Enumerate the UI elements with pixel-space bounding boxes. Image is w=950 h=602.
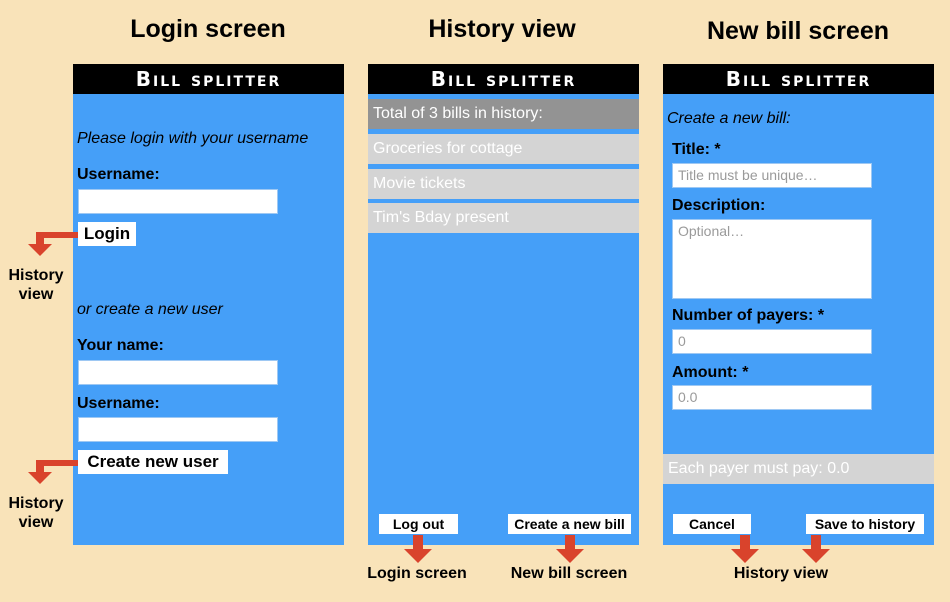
logout-target-label: Login screen bbox=[367, 565, 467, 582]
title-history-view: History view bbox=[428, 15, 576, 43]
create-user-target-label: History view bbox=[8, 495, 64, 531]
title-new-bill-screen: New bill screen bbox=[706, 17, 890, 45]
history-screen-mockup: Bill splitter Total of 3 bills in histor… bbox=[368, 64, 639, 545]
username-input[interactable] bbox=[78, 189, 278, 214]
arrow-down-left-icon bbox=[28, 232, 78, 256]
new-username-input[interactable] bbox=[78, 417, 278, 442]
cancel-button[interactable]: Cancel bbox=[673, 514, 751, 534]
list-item[interactable]: Tim's Bday present bbox=[368, 203, 639, 233]
amount-input[interactable]: 0.0 bbox=[672, 385, 872, 410]
new-username-label: Username: bbox=[77, 395, 160, 412]
title-label: Title: * bbox=[672, 141, 721, 158]
arrow-down-icon bbox=[556, 535, 584, 563]
title-input[interactable]: Title must be unique… bbox=[672, 163, 872, 188]
arrow-down-icon bbox=[731, 535, 759, 563]
list-item[interactable]: Movie tickets bbox=[368, 169, 639, 199]
arrow-down-icon bbox=[404, 535, 432, 563]
login-target-label: History view bbox=[8, 267, 64, 303]
create-new-bill-button[interactable]: Create a new bill bbox=[508, 514, 631, 534]
login-prompt: Please login with your username bbox=[77, 130, 309, 147]
payers-label: Number of payers: * bbox=[672, 307, 825, 324]
app-header: Bill splitter bbox=[663, 64, 934, 94]
description-input[interactable]: Optional… bbox=[672, 219, 872, 299]
your-name-input[interactable] bbox=[78, 360, 278, 385]
list-item[interactable]: Groceries for cottage bbox=[368, 134, 639, 164]
login-screen-mockup: Bill splitter Please login with your use… bbox=[73, 64, 344, 545]
new-bill-screen-mockup: Bill splitter Create a new bill: Title: … bbox=[663, 64, 934, 545]
cancel-save-target-label: History view bbox=[733, 565, 829, 582]
arrow-down-icon bbox=[802, 535, 830, 563]
create-user-prompt: or create a new user bbox=[77, 301, 223, 318]
app-header: Bill splitter bbox=[73, 64, 344, 94]
payers-input[interactable]: 0 bbox=[672, 329, 872, 354]
username-label: Username: bbox=[77, 166, 160, 183]
amount-label: Amount: * bbox=[672, 364, 749, 381]
each-payer-row: Each payer must pay: 0.0 bbox=[663, 454, 934, 484]
description-label: Description: bbox=[672, 197, 766, 214]
app-header: Bill splitter bbox=[368, 64, 639, 94]
new-bill-target-label: New bill screen bbox=[510, 565, 628, 582]
history-total-row: Total of 3 bills in history: bbox=[368, 99, 639, 129]
save-to-history-button[interactable]: Save to history bbox=[806, 514, 924, 534]
new-bill-heading: Create a new bill: bbox=[667, 110, 791, 127]
arrow-down-left-icon bbox=[28, 460, 78, 484]
log-out-button[interactable]: Log out bbox=[379, 514, 458, 534]
title-login-screen: Login screen bbox=[130, 15, 286, 43]
your-name-label: Your name: bbox=[77, 337, 164, 354]
create-new-user-button[interactable]: Create new user bbox=[78, 450, 228, 474]
login-button[interactable]: Login bbox=[78, 222, 136, 246]
